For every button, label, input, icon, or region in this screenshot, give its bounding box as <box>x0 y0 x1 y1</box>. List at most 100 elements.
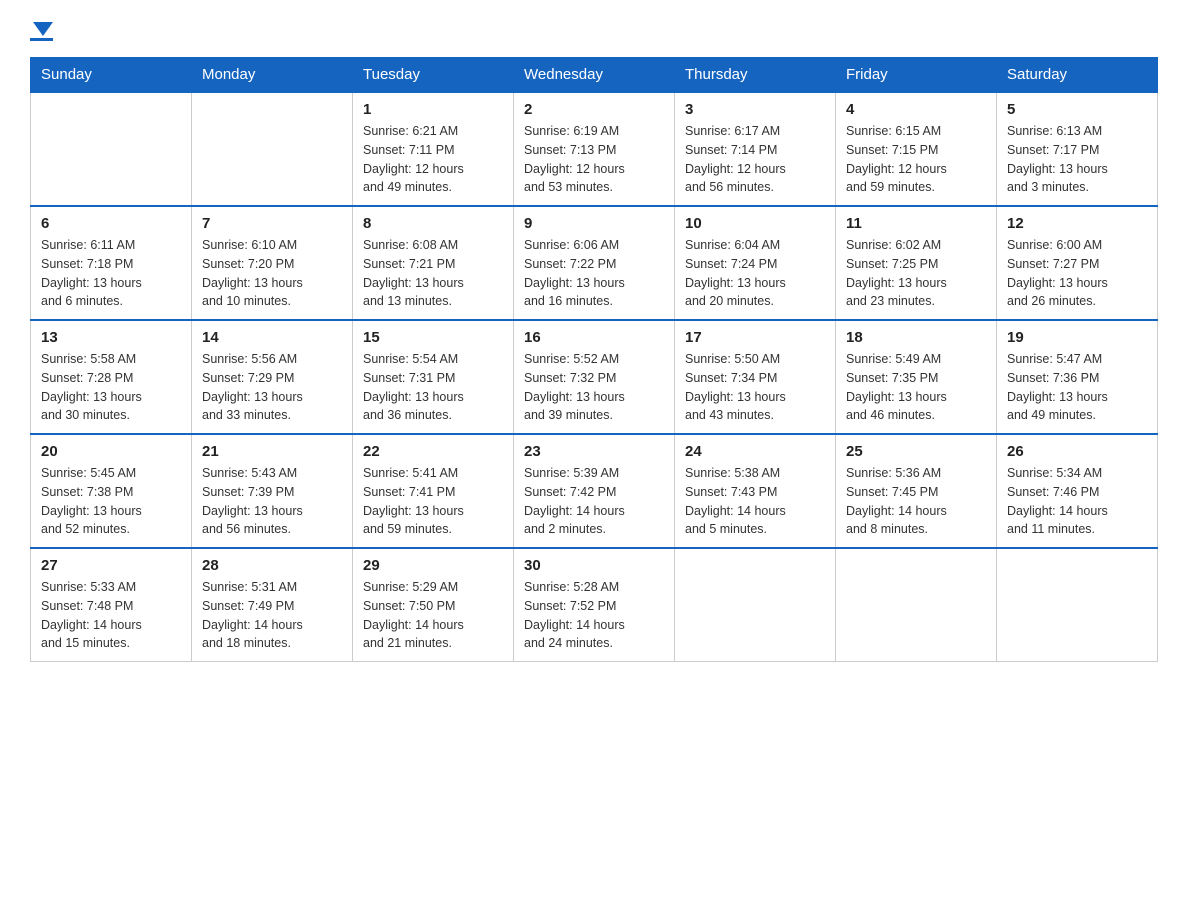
day-info: Sunrise: 5:36 AMSunset: 7:45 PMDaylight:… <box>846 464 986 539</box>
day-number: 20 <box>41 443 181 460</box>
calendar-week-row: 20 Sunrise: 5:45 AMSunset: 7:38 PMDayligh… <box>31 434 1158 548</box>
calendar-cell: 16 Sunrise: 5:52 AMSunset: 7:32 PMDayligh… <box>514 320 675 434</box>
weekday-header-thursday: Thursday <box>675 58 836 93</box>
day-number: 23 <box>524 443 664 460</box>
day-number: 24 <box>685 443 825 460</box>
day-info: Sunrise: 6:04 AMSunset: 7:24 PMDaylight:… <box>685 236 825 311</box>
day-number: 19 <box>1007 329 1147 346</box>
day-info: Sunrise: 5:45 AMSunset: 7:38 PMDaylight:… <box>41 464 181 539</box>
calendar-cell: 21Sunrise: 5:43 AMSunset: 7:39 PMDayligh… <box>192 434 353 548</box>
day-info: Sunrise: 5:56 AMSunset: 7:29 PMDaylight:… <box>202 350 342 425</box>
day-info: Sunrise: 6:02 AMSunset: 7:25 PMDaylight:… <box>846 236 986 311</box>
day-number: 6 <box>41 215 181 232</box>
day-number: 22 <box>363 443 503 460</box>
calendar-cell: 8 Sunrise: 6:08 AMSunset: 7:21 PMDaylight… <box>353 206 514 320</box>
calendar-cell: 18Sunrise: 5:49 AMSunset: 7:35 PMDayligh… <box>836 320 997 434</box>
weekday-header-monday: Monday <box>192 58 353 93</box>
logo-underline <box>30 38 53 41</box>
day-number: 15 <box>363 329 503 346</box>
weekday-header-friday: Friday <box>836 58 997 93</box>
day-number: 7 <box>202 215 342 232</box>
calendar-cell: 6 Sunrise: 6:11 AMSunset: 7:18 PMDaylight… <box>31 206 192 320</box>
weekday-header-saturday: Saturday <box>997 58 1158 93</box>
calendar-cell: 7 Sunrise: 6:10 AMSunset: 7:20 PMDaylight… <box>192 206 353 320</box>
calendar-cell <box>997 548 1158 662</box>
day-info: Sunrise: 6:10 AMSunset: 7:20 PMDaylight:… <box>202 236 342 311</box>
day-number: 13 <box>41 329 181 346</box>
calendar-week-row: 27 Sunrise: 5:33 AMSunset: 7:48 PMDayligh… <box>31 548 1158 662</box>
day-info: Sunrise: 5:38 AMSunset: 7:43 PMDaylight:… <box>685 464 825 539</box>
day-info: Sunrise: 5:33 AMSunset: 7:48 PMDaylight:… <box>41 578 181 653</box>
logo-arrow-icon <box>33 22 53 36</box>
calendar-cell <box>675 548 836 662</box>
day-number: 1 <box>363 101 503 118</box>
day-info: Sunrise: 6:06 AMSunset: 7:22 PMDaylight:… <box>524 236 664 311</box>
weekday-header-sunday: Sunday <box>31 58 192 93</box>
day-number: 4 <box>846 101 986 118</box>
calendar-cell: 11Sunrise: 6:02 AMSunset: 7:25 PMDayligh… <box>836 206 997 320</box>
day-number: 9 <box>524 215 664 232</box>
day-info: Sunrise: 6:15 AMSunset: 7:15 PMDaylight:… <box>846 122 986 197</box>
day-info: Sunrise: 6:11 AMSunset: 7:18 PMDaylight:… <box>41 236 181 311</box>
day-number: 26 <box>1007 443 1147 460</box>
calendar-cell <box>31 92 192 206</box>
day-number: 5 <box>1007 101 1147 118</box>
day-info: Sunrise: 5:29 AMSunset: 7:50 PMDaylight:… <box>363 578 503 653</box>
day-info: Sunrise: 5:43 AMSunset: 7:39 PMDaylight:… <box>202 464 342 539</box>
calendar-cell: 2 Sunrise: 6:19 AMSunset: 7:13 PMDaylight… <box>514 92 675 206</box>
calendar-cell: 19Sunrise: 5:47 AMSunset: 7:36 PMDayligh… <box>997 320 1158 434</box>
day-info: Sunrise: 6:19 AMSunset: 7:13 PMDaylight:… <box>524 122 664 197</box>
calendar-cell: 29 Sunrise: 5:29 AMSunset: 7:50 PMDayligh… <box>353 548 514 662</box>
day-info: Sunrise: 6:13 AMSunset: 7:17 PMDaylight:… <box>1007 122 1147 197</box>
logo <box>30 20 53 41</box>
calendar-body: 1 Sunrise: 6:21 AMSunset: 7:11 PMDaylight… <box>31 92 1158 662</box>
day-number: 3 <box>685 101 825 118</box>
calendar-header: SundayMondayTuesdayWednesdayThursdayFrid… <box>31 58 1158 93</box>
calendar-cell: 30 Sunrise: 5:28 AMSunset: 7:52 PMDayligh… <box>514 548 675 662</box>
page-header <box>30 20 1158 41</box>
calendar-cell: 24 Sunrise: 5:38 AMSunset: 7:43 PMDayligh… <box>675 434 836 548</box>
day-number: 17 <box>685 329 825 346</box>
day-info: Sunrise: 5:58 AMSunset: 7:28 PMDaylight:… <box>41 350 181 425</box>
weekday-header-tuesday: Tuesday <box>353 58 514 93</box>
calendar-cell: 13 Sunrise: 5:58 AMSunset: 7:28 PMDayligh… <box>31 320 192 434</box>
calendar-cell: 12Sunrise: 6:00 AMSunset: 7:27 PMDayligh… <box>997 206 1158 320</box>
calendar-cell: 3 Sunrise: 6:17 AMSunset: 7:14 PMDaylight… <box>675 92 836 206</box>
day-info: Sunrise: 5:52 AMSunset: 7:32 PMDaylight:… <box>524 350 664 425</box>
calendar-cell: 1 Sunrise: 6:21 AMSunset: 7:11 PMDaylight… <box>353 92 514 206</box>
day-info: Sunrise: 5:39 AMSunset: 7:42 PMDaylight:… <box>524 464 664 539</box>
weekday-header-row: SundayMondayTuesdayWednesdayThursdayFrid… <box>31 58 1158 93</box>
calendar-cell: 10Sunrise: 6:04 AMSunset: 7:24 PMDayligh… <box>675 206 836 320</box>
day-info: Sunrise: 6:21 AMSunset: 7:11 PMDaylight:… <box>363 122 503 197</box>
calendar-cell: 25 Sunrise: 5:36 AMSunset: 7:45 PMDayligh… <box>836 434 997 548</box>
day-info: Sunrise: 5:50 AMSunset: 7:34 PMDaylight:… <box>685 350 825 425</box>
day-number: 30 <box>524 557 664 574</box>
day-info: Sunrise: 5:31 AMSunset: 7:49 PMDaylight:… <box>202 578 342 653</box>
calendar-cell <box>836 548 997 662</box>
calendar-cell: 14Sunrise: 5:56 AMSunset: 7:29 PMDayligh… <box>192 320 353 434</box>
calendar-cell: 17 Sunrise: 5:50 AMSunset: 7:34 PMDayligh… <box>675 320 836 434</box>
day-number: 2 <box>524 101 664 118</box>
day-info: Sunrise: 6:08 AMSunset: 7:21 PMDaylight:… <box>363 236 503 311</box>
day-info: Sunrise: 6:17 AMSunset: 7:14 PMDaylight:… <box>685 122 825 197</box>
day-number: 29 <box>363 557 503 574</box>
day-number: 16 <box>524 329 664 346</box>
day-number: 8 <box>363 215 503 232</box>
calendar-cell: 23 Sunrise: 5:39 AMSunset: 7:42 PMDayligh… <box>514 434 675 548</box>
day-info: Sunrise: 5:49 AMSunset: 7:35 PMDaylight:… <box>846 350 986 425</box>
calendar-week-row: 13 Sunrise: 5:58 AMSunset: 7:28 PMDayligh… <box>31 320 1158 434</box>
calendar-week-row: 6 Sunrise: 6:11 AMSunset: 7:18 PMDaylight… <box>31 206 1158 320</box>
calendar-cell: 4 Sunrise: 6:15 AMSunset: 7:15 PMDaylight… <box>836 92 997 206</box>
calendar-cell: 5 Sunrise: 6:13 AMSunset: 7:17 PMDaylight… <box>997 92 1158 206</box>
calendar-cell: 15Sunrise: 5:54 AMSunset: 7:31 PMDayligh… <box>353 320 514 434</box>
calendar-cell: 27 Sunrise: 5:33 AMSunset: 7:48 PMDayligh… <box>31 548 192 662</box>
day-number: 28 <box>202 557 342 574</box>
day-number: 25 <box>846 443 986 460</box>
calendar-cell: 26 Sunrise: 5:34 AMSunset: 7:46 PMDayligh… <box>997 434 1158 548</box>
day-info: Sunrise: 5:28 AMSunset: 7:52 PMDaylight:… <box>524 578 664 653</box>
day-info: Sunrise: 6:00 AMSunset: 7:27 PMDaylight:… <box>1007 236 1147 311</box>
calendar-cell: 22Sunrise: 5:41 AMSunset: 7:41 PMDayligh… <box>353 434 514 548</box>
day-number: 27 <box>41 557 181 574</box>
day-info: Sunrise: 5:34 AMSunset: 7:46 PMDaylight:… <box>1007 464 1147 539</box>
weekday-header-wednesday: Wednesday <box>514 58 675 93</box>
